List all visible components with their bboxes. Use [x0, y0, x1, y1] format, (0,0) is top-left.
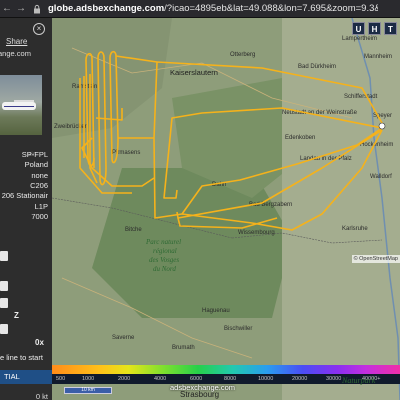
aircraft-stripe	[4, 106, 34, 107]
alt-tick-4000: 4000	[154, 376, 167, 382]
aircraft-marker[interactable]	[378, 122, 386, 130]
forest-vosges	[92, 168, 292, 318]
town-otterberg: Otterberg	[230, 52, 255, 58]
town-bad-durkheim: Bad Dürkheim	[298, 64, 336, 70]
site-link[interactable]: ange.com	[0, 49, 31, 58]
squawk-value: 7000	[31, 212, 48, 221]
aircraft-photo[interactable]	[0, 75, 42, 135]
layer-button-t[interactable]: T	[384, 22, 397, 35]
town-speyer: Speyer	[373, 113, 392, 119]
town-wissembourg: Wissembourg	[238, 230, 275, 236]
layer-button-u[interactable]: U	[352, 22, 365, 35]
alt-tick-2000: 2000	[118, 376, 131, 382]
town-brumath: Brumath	[172, 345, 195, 351]
town-haguenau: Haguenau	[202, 308, 230, 314]
town-bischwiller: Bischwiller	[224, 326, 252, 332]
alt-tick-1000: 1000	[82, 376, 95, 382]
scale-bar: 10 km	[64, 387, 112, 394]
category-value: none	[31, 171, 48, 180]
town-kaiserslautern: Kaiserslautern	[170, 68, 218, 77]
osm-credit[interactable]: © OpenStreetMap	[351, 255, 400, 263]
browser-url-bar: ← → globe.adsbexchange.com/?icao=4895eb&…	[0, 0, 400, 18]
wtc-value: L1P	[34, 202, 48, 211]
town-walldorf: Walldorf	[370, 174, 392, 180]
town-zweibrucken: Zweibrücken	[54, 124, 88, 130]
park-label-line4: du Nord	[153, 265, 176, 273]
back-icon[interactable]: ←	[0, 3, 14, 14]
town-saverne: Saverne	[112, 335, 135, 341]
alt-tick-10000: 10000	[258, 376, 274, 382]
toggle-button-4[interactable]	[0, 324, 8, 334]
type-code-value: C206	[30, 181, 48, 190]
address-field[interactable]: globe.adsbexchange.com/?icao=4895eb&lat=…	[48, 3, 378, 14]
altitude-color-legend	[52, 365, 400, 374]
toggle-button-1[interactable]	[0, 251, 8, 261]
alt-tick-500: 500	[56, 376, 66, 382]
town-hockenheim: Hockenheim	[360, 142, 393, 148]
town-bitche: Bitche	[125, 227, 142, 233]
close-icon[interactable]: ×	[33, 23, 45, 35]
map-view[interactable]: Kaiserslautern Mannheim Bad Dürkheim Neu…	[52, 18, 400, 400]
toggle-button-3[interactable]	[0, 298, 8, 308]
country-value: Poland	[24, 160, 48, 169]
town-bad-bergzabern: Bad Bergzabern	[249, 202, 292, 208]
speed-readout: 0 kt	[35, 392, 48, 400]
speed-multiplier-button[interactable]: 0x	[35, 338, 44, 347]
town-mannheim: Mannheim	[364, 54, 392, 60]
share-link[interactable]: Share	[6, 37, 27, 46]
forward-icon[interactable]: →	[14, 3, 28, 14]
layer-buttons: U H T	[352, 22, 397, 35]
town-strasbourg: Strasbourg	[180, 390, 220, 399]
toggle-button-2[interactable]	[0, 281, 8, 291]
park-label-line3: des Vosges	[149, 256, 179, 264]
map-canvas[interactable]: Kaiserslautern Mannheim Bad Dürkheim Neu…	[52, 18, 400, 400]
alt-tick-8000: 8000	[224, 376, 237, 382]
layer-button-h[interactable]: H	[368, 22, 381, 35]
aircraft-info-panel: × Share ange.com ain SP-FPL Poland none …	[0, 18, 52, 400]
alt-tick-6000: 6000	[190, 376, 203, 382]
replay-hint: e line to start	[0, 353, 43, 362]
town-schifferstadt: Schifferstadt	[344, 94, 378, 100]
naturpark-label: Naturpark	[342, 376, 376, 385]
registration-value: SP-FPL	[21, 150, 48, 159]
town-lampertheim: Lampertheim	[342, 36, 377, 42]
z-button-label[interactable]: Z	[14, 311, 19, 320]
alt-tick-20000: 20000	[292, 376, 308, 382]
type-name-value: A 206 Stationair	[0, 191, 48, 200]
park-label-line2: régional	[153, 247, 177, 255]
park-label-line1: Parc naturel	[145, 238, 181, 246]
town-karlsruhe: Karlsruhe	[342, 226, 368, 232]
status-bar: TIAL	[0, 370, 52, 384]
alt-tick-30000: 30000	[326, 376, 342, 382]
town-edenkoben: Edenkoben	[285, 135, 315, 141]
lock-icon	[34, 4, 40, 13]
